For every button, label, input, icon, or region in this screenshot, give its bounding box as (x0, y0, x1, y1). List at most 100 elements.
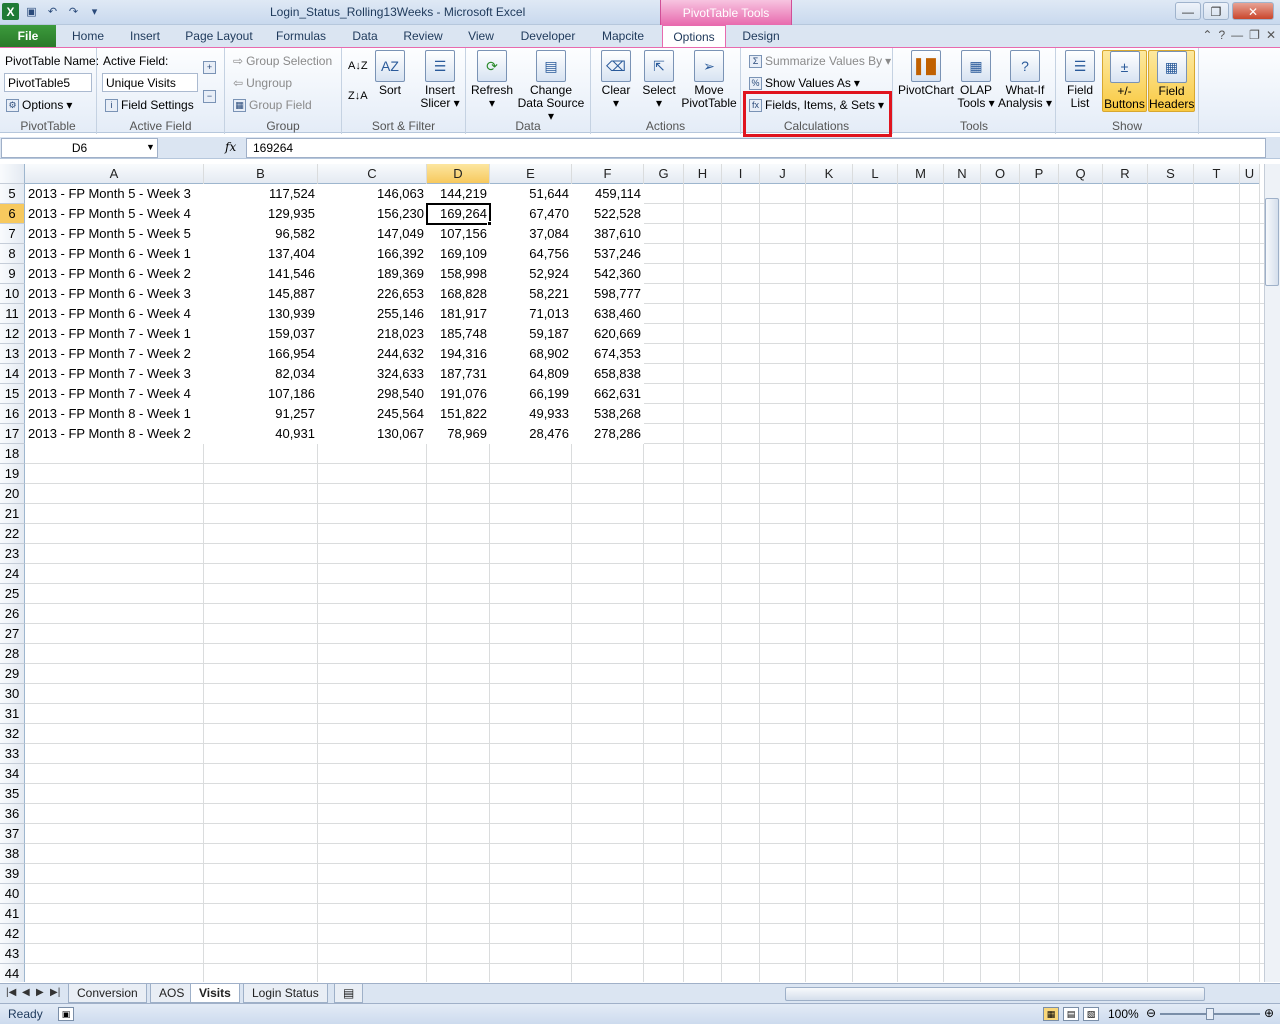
cell-a6[interactable]: 2013 - FP Month 5 - Week 4 (25, 204, 204, 224)
row-header[interactable]: 24 (0, 564, 25, 584)
row-header[interactable]: 22 (0, 524, 25, 544)
pivotchart-button[interactable]: ▌█ PivotChart (897, 50, 955, 97)
cell-c12[interactable]: 218,023 (318, 324, 427, 344)
cell-f11[interactable]: 638,460 (572, 304, 644, 324)
tab-page-layout[interactable]: Page Layout (180, 25, 258, 47)
cell-a16[interactable]: 2013 - FP Month 8 - Week 1 (25, 404, 204, 424)
cell-a11[interactable]: 2013 - FP Month 6 - Week 4 (25, 304, 204, 324)
column-header[interactable]: K (806, 164, 853, 184)
cell-b9[interactable]: 141,546 (204, 264, 318, 284)
cell-a13[interactable]: 2013 - FP Month 7 - Week 2 (25, 344, 204, 364)
what-if-button[interactable]: ? What-If Analysis ▾ (997, 50, 1053, 110)
row-header[interactable]: 32 (0, 724, 25, 744)
cell-e5[interactable]: 51,644 (490, 184, 572, 204)
cell-d12[interactable]: 185,748 (427, 324, 490, 344)
olap-tools-button[interactable]: ▦ OLAP Tools ▾ (957, 50, 995, 110)
row-header[interactable]: 14 (0, 364, 25, 384)
cell-d14[interactable]: 187,731 (427, 364, 490, 384)
row-header[interactable]: 39 (0, 864, 25, 884)
row-header[interactable]: 27 (0, 624, 25, 644)
cell-d11[interactable]: 181,917 (427, 304, 490, 324)
cell-d15[interactable]: 191,076 (427, 384, 490, 404)
cell-b8[interactable]: 137,404 (204, 244, 318, 264)
zoom-slider-knob[interactable] (1206, 1008, 1214, 1020)
row-header[interactable]: 38 (0, 844, 25, 864)
row-header[interactable]: 43 (0, 944, 25, 964)
cell-b15[interactable]: 107,186 (204, 384, 318, 404)
cell-a9[interactable]: 2013 - FP Month 6 - Week 2 (25, 264, 204, 284)
row-header[interactable]: 28 (0, 644, 25, 664)
column-header[interactable]: G (644, 164, 684, 184)
row-header[interactable]: 17 (0, 424, 25, 444)
last-sheet-icon[interactable]: ▶| (50, 987, 60, 998)
group-field-button[interactable]: ▦ Group Field (233, 98, 312, 112)
cell-c9[interactable]: 189,369 (318, 264, 427, 284)
row-header[interactable]: 35 (0, 784, 25, 804)
tab-view[interactable]: View (460, 25, 502, 47)
cell-f12[interactable]: 620,669 (572, 324, 644, 344)
row-header[interactable]: 15 (0, 384, 25, 404)
tab-file[interactable]: File (0, 25, 56, 47)
column-header[interactable]: F (572, 164, 644, 184)
cell-f7[interactable]: 387,610 (572, 224, 644, 244)
summarize-values-button[interactable]: Σ Summarize Values By ▾ (749, 54, 891, 68)
row-header[interactable]: 37 (0, 824, 25, 844)
column-header[interactable]: I (722, 164, 760, 184)
horizontal-scrollbar[interactable] (785, 987, 1205, 1001)
cell-c5[interactable]: 146,063 (318, 184, 427, 204)
row-header[interactable]: 40 (0, 884, 25, 904)
column-header[interactable]: H (684, 164, 722, 184)
undo-icon[interactable]: ↶ (44, 3, 61, 20)
column-header[interactable]: L (853, 164, 898, 184)
macro-record-icon[interactable]: ▣ (58, 1007, 74, 1021)
row-header[interactable]: 10 (0, 284, 25, 304)
column-header[interactable]: P (1020, 164, 1059, 184)
name-box-dropdown-icon[interactable]: ▼ (146, 142, 155, 152)
insert-function-icon[interactable]: fx (225, 140, 236, 154)
column-header[interactable]: N (944, 164, 981, 184)
cell-c17[interactable]: 130,067 (318, 424, 427, 444)
column-header[interactable]: J (760, 164, 806, 184)
cell-e13[interactable]: 68,902 (490, 344, 572, 364)
column-header[interactable]: R (1103, 164, 1148, 184)
row-header[interactable]: 21 (0, 504, 25, 524)
active-field-input[interactable]: Unique Visits (102, 73, 198, 92)
cell-b5[interactable]: 117,524 (204, 184, 318, 204)
tab-home[interactable]: Home (64, 25, 112, 47)
cell-a10[interactable]: 2013 - FP Month 6 - Week 3 (25, 284, 204, 304)
clear-button[interactable]: ⌫ Clear ▾ (595, 50, 637, 110)
column-header[interactable]: Q (1059, 164, 1103, 184)
cell-d8[interactable]: 169,109 (427, 244, 490, 264)
row-header[interactable]: 9 (0, 264, 25, 284)
row-header[interactable]: 19 (0, 464, 25, 484)
sort-za-icon[interactable]: Z↓A (348, 90, 368, 102)
cell-d17[interactable]: 78,969 (427, 424, 490, 444)
cell-a14[interactable]: 2013 - FP Month 7 - Week 3 (25, 364, 204, 384)
cell-b12[interactable]: 159,037 (204, 324, 318, 344)
row-header[interactable]: 23 (0, 544, 25, 564)
column-header[interactable]: M (898, 164, 944, 184)
cell-f6[interactable]: 522,528 (572, 204, 644, 224)
row-header[interactable]: 26 (0, 604, 25, 624)
row-header[interactable]: 13 (0, 344, 25, 364)
save-icon[interactable]: ▣ (23, 3, 40, 20)
row-header[interactable]: 12 (0, 324, 25, 344)
field-headers-toggle[interactable]: ▦ Field Headers (1148, 50, 1195, 112)
cell-e10[interactable]: 58,221 (490, 284, 572, 304)
cell-e9[interactable]: 52,924 (490, 264, 572, 284)
row-header[interactable]: 44 (0, 964, 25, 982)
cell-d7[interactable]: 107,156 (427, 224, 490, 244)
column-header[interactable]: E (490, 164, 572, 184)
tab-insert[interactable]: Insert (122, 25, 168, 47)
cell-e16[interactable]: 49,933 (490, 404, 572, 424)
pivottable-name-input[interactable]: PivotTable5 (4, 73, 92, 92)
cell-e8[interactable]: 64,756 (490, 244, 572, 264)
insert-slicer-button[interactable]: ☰ Insert Slicer ▾ (418, 50, 462, 110)
column-header[interactable]: D (427, 164, 490, 184)
normal-view-icon[interactable]: ▦ (1043, 1007, 1059, 1021)
field-list-button[interactable]: ☰ Field List (1062, 50, 1098, 110)
excel-logo-icon[interactable]: X (2, 3, 19, 20)
page-break-view-icon[interactable]: ▧ (1083, 1007, 1099, 1021)
cell-f13[interactable]: 674,353 (572, 344, 644, 364)
row-header[interactable]: 36 (0, 804, 25, 824)
